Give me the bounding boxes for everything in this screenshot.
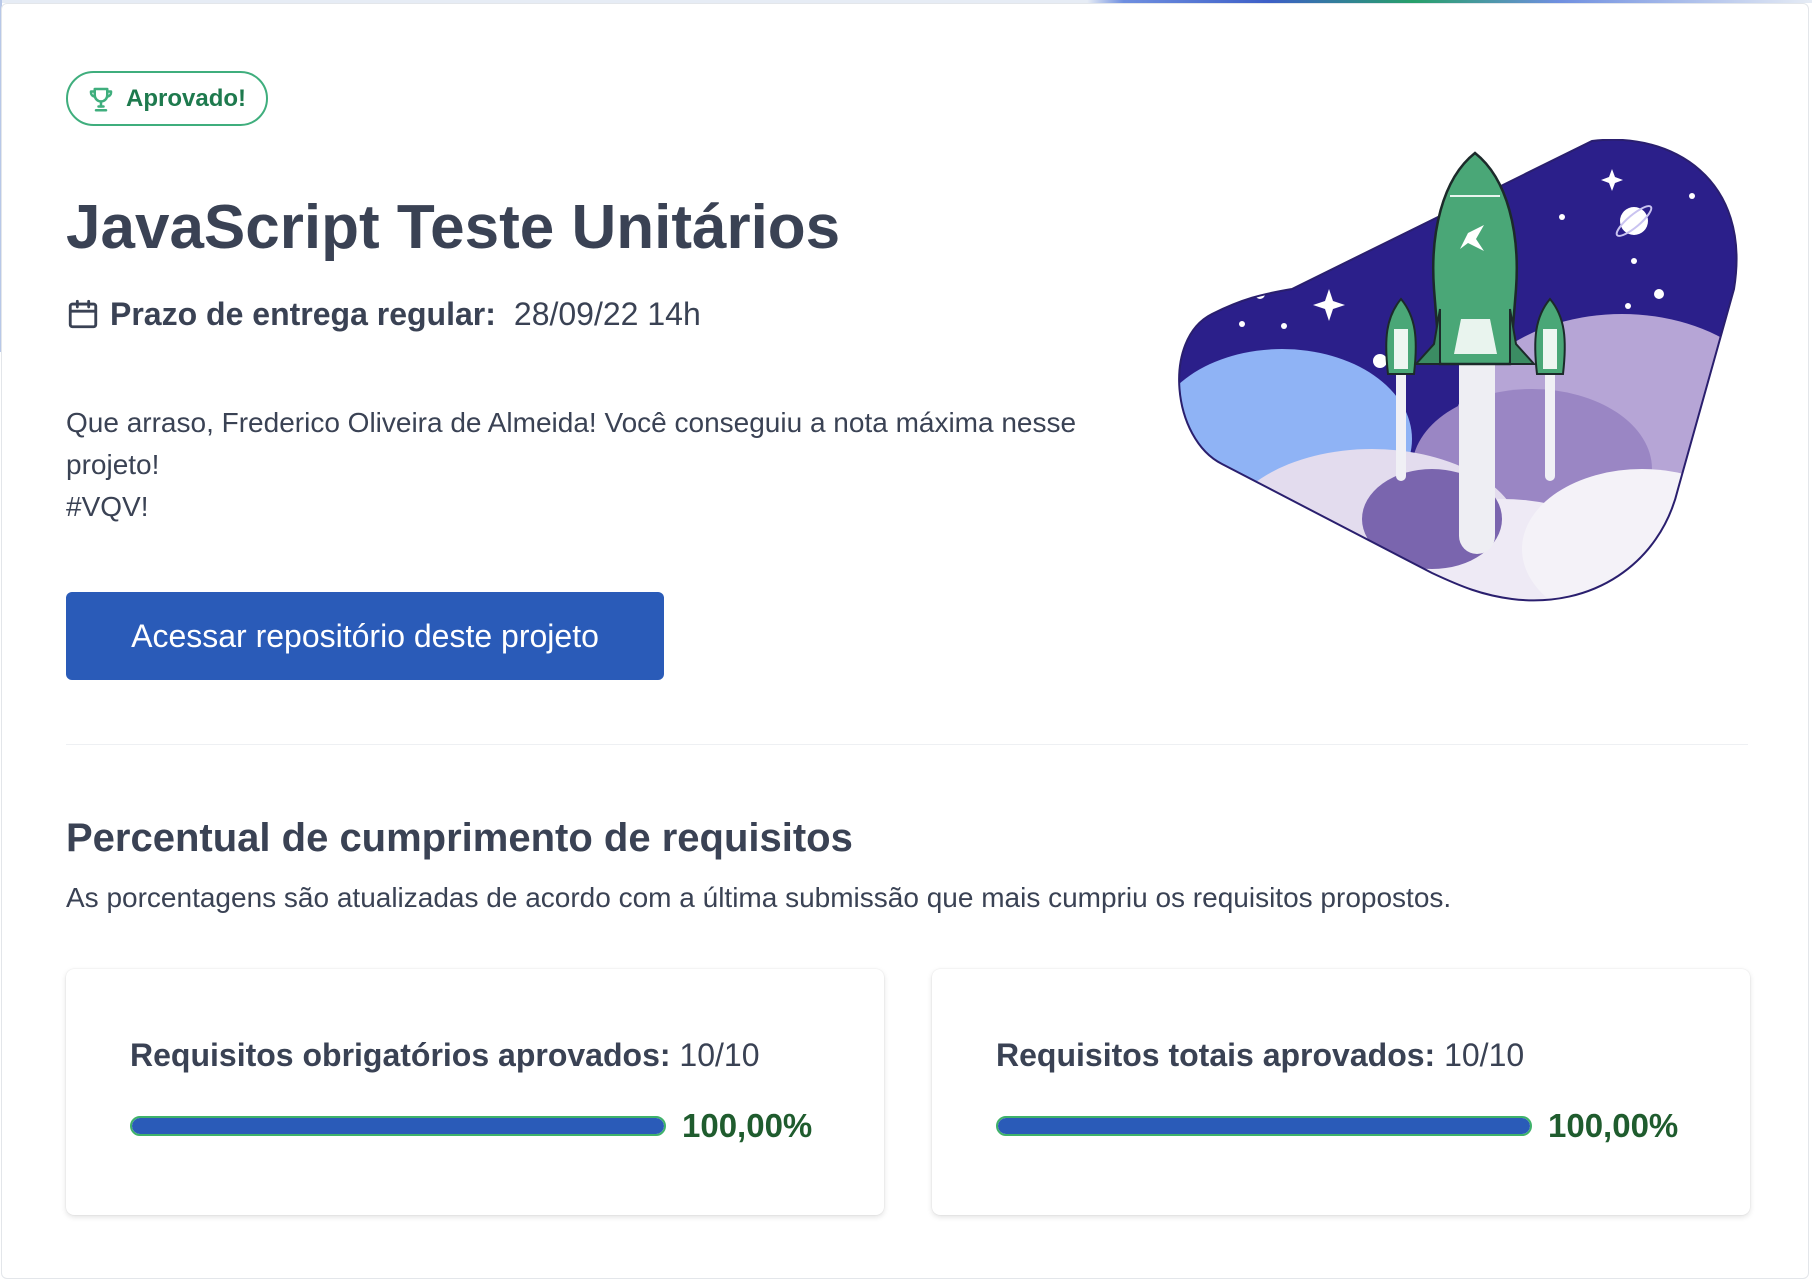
congrats-hashtag: #VQV! [66,491,149,522]
calendar-icon [68,299,98,329]
congrats-message: Que arraso, Frederico Oliveira de Almeid… [66,402,1166,528]
deadline-label: Prazo de entrega regular: [110,295,496,332]
project-card: Aprovado! JavaScript Teste Unitários Pra… [1,3,1809,1279]
total-progress-percent: 100,00% [1548,1107,1679,1144]
mandatory-requirements-label: Requisitos obrigatórios aprovados: 10/10 [130,1037,759,1074]
total-requirements-label: Requisitos totais aprovados: 10/10 [996,1037,1524,1074]
approved-badge-label: Aprovado! [126,84,246,112]
stat-label-text: Requisitos obrigatórios aprovados: [130,1037,671,1073]
stat-count: 10/10 [1435,1037,1525,1073]
trophy-icon [89,87,113,111]
mandatory-requirements-card: Requisitos obrigatórios aprovados: 10/10… [66,969,884,1215]
deadline-value: 28/09/22 14h [513,295,701,332]
total-progress-fill [998,1118,1530,1134]
deadline-row: Prazo de entrega regular: 28/09/22 14h [66,294,701,334]
mandatory-progress-fill [132,1118,664,1134]
approved-badge: Aprovado! [66,71,268,126]
stat-label-text: Requisitos totais aprovados: [996,1037,1436,1073]
mandatory-progress-percent: 100,00% [682,1107,813,1144]
stat-count: 10/10 [670,1037,760,1073]
congrats-message-line: projeto! [66,449,160,480]
total-requirements-card: Requisitos totais aprovados: 10/10 100,0… [932,969,1750,1215]
access-repository-button[interactable]: Acessar repositório deste projeto [66,592,664,680]
mandatory-progress-bar [130,1116,666,1136]
section-divider [66,744,1748,745]
requirements-section-title: Percentual de cumprimento de requisitos [66,816,853,860]
requirements-section-subtitle: As porcentagens são atualizadas de acord… [66,882,1452,913]
congrats-message-line: Que arraso, Frederico Oliveira de Almeid… [66,407,1077,438]
rocket-launch-illustration [1178,139,1738,602]
total-progress-bar [996,1116,1532,1136]
project-title: JavaScript Teste Unitários [66,193,841,262]
